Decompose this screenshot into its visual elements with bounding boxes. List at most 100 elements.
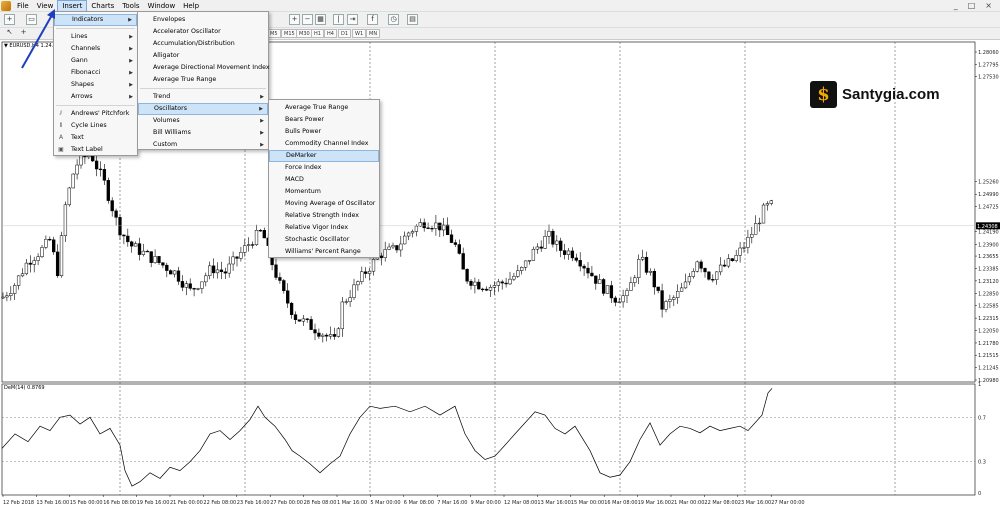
indicators-item-oscillators[interactable]: Oscillators ▶ — [138, 103, 268, 115]
candle-body — [734, 255, 738, 261]
menu-file[interactable]: File — [13, 0, 33, 12]
insert-item-arrows[interactable]: Arrows ▶ — [54, 91, 137, 103]
indicators-item-average-directional-movement-index[interactable]: Average Directional Movement Index — [138, 62, 270, 74]
indicators-item-accumulation-distribution[interactable]: Accumulation/Distribution — [138, 38, 268, 50]
menu-item-label: Force Index — [285, 164, 322, 171]
indicators-item-alligator[interactable]: Alligator — [138, 50, 268, 62]
candle-body — [165, 264, 169, 271]
candle-body — [286, 290, 290, 304]
candle-body — [570, 250, 575, 259]
price-tick-label: 1.25260 — [978, 180, 999, 186]
candle-body — [543, 235, 547, 249]
osc-item-demarker[interactable]: DeMarker — [269, 150, 379, 162]
restore-button[interactable]: □ — [968, 1, 976, 10]
menu-charts[interactable]: Charts — [87, 0, 118, 12]
candle-body — [282, 280, 286, 292]
menu-separator — [140, 88, 266, 89]
tf-m5[interactable]: M5 — [267, 29, 281, 38]
menu-view[interactable]: View — [33, 0, 58, 12]
menu-tools[interactable]: Tools — [118, 0, 143, 12]
candle-body — [36, 256, 40, 261]
indicators-item-custom[interactable]: Custom ▶ — [138, 139, 268, 151]
menu-insert[interactable]: Insert — [57, 0, 88, 12]
close-button[interactable]: × — [985, 1, 992, 10]
zoom-in-icon[interactable]: + — [289, 14, 300, 25]
tf-h4[interactable]: H4 — [324, 29, 337, 38]
candle-body — [473, 281, 477, 286]
osc-item-moving-average-of-oscillator[interactable]: Moving Average of Oscillator — [269, 198, 379, 210]
menu-help[interactable]: Help — [179, 0, 203, 12]
candle-body — [172, 270, 177, 275]
crosshair-icon[interactable]: + — [18, 28, 29, 38]
candle-body — [508, 278, 512, 285]
osc-item-williams-percent-range[interactable]: Williams' Percent Range — [269, 246, 379, 258]
indicators-item-average-true-range[interactable]: Average True Range — [138, 74, 268, 86]
osc-item-stochastic-oscillator[interactable]: Stochastic Oscillator — [269, 234, 379, 246]
autoscroll-icon[interactable]: ⇥ — [347, 14, 358, 25]
tf-h1[interactable]: H1 — [311, 29, 324, 38]
indicators-item-envelopes[interactable]: Envelopes — [138, 14, 268, 26]
templates-icon[interactable]: ▤ — [407, 14, 418, 25]
chart-shift-icon[interactable]: | — [333, 14, 344, 25]
candle-body — [625, 290, 629, 296]
time-tick-label: 22 Feb 08:00 — [203, 500, 236, 506]
zoom-out-icon[interactable]: − — [302, 14, 313, 25]
periods-icon[interactable]: ◷ — [388, 14, 399, 25]
profiles-icon[interactable]: ▭ — [26, 14, 37, 25]
osc-item-relative-vigor-index[interactable]: Relative Vigor Index — [269, 222, 379, 234]
candle-body — [422, 222, 426, 229]
candle-body — [559, 240, 563, 251]
candle-body — [145, 250, 149, 253]
indicators-list-icon[interactable]: f — [367, 14, 378, 25]
tile-windows-icon[interactable]: ▦ — [315, 14, 326, 25]
candle-body — [356, 281, 360, 286]
osc-item-momentum[interactable]: Momentum — [269, 186, 379, 198]
cursor-icon[interactable]: ↖ — [4, 28, 15, 38]
indicators-item-volumes[interactable]: Volumes ▶ — [138, 115, 268, 127]
osc-item-force-index[interactable]: Force Index — [269, 162, 379, 174]
candle-body — [254, 229, 259, 245]
menu-item-label: Average True Range — [153, 76, 217, 83]
insert-item-text[interactable]: Text A — [54, 132, 137, 144]
tf-mn[interactable]: MN — [366, 29, 381, 38]
indicators-item-accelerator-oscillator[interactable]: Accelerator Oscillator — [138, 26, 268, 38]
submenu-arrow-icon: ▶ — [260, 94, 264, 100]
insert-item-shapes[interactable]: Shapes ▶ — [54, 79, 137, 91]
insert-item-text-label[interactable]: Text Label ▣ — [54, 144, 137, 156]
insert-item-fibonacci[interactable]: Fibonacci ▶ — [54, 67, 137, 79]
insert-item-gann[interactable]: Gann ▶ — [54, 55, 137, 67]
menu-item-label: Williams' Percent Range — [285, 248, 361, 255]
osc-item-average-true-range[interactable]: Average True Range — [269, 102, 379, 114]
menu-item-label: Relative Strength Index — [285, 212, 359, 219]
insert-item-andrews-pitchfork[interactable]: Andrews' Pitchfork ⫽ — [54, 108, 137, 120]
candle-body — [601, 279, 606, 294]
window-controls: _ □ × — [954, 1, 1000, 10]
candle-body — [223, 271, 227, 274]
indicators-item-trend[interactable]: Trend ▶ — [138, 91, 268, 103]
submenu-arrow-icon: ▶ — [259, 106, 263, 112]
tf-d1[interactable]: D1 — [338, 29, 352, 38]
minimize-button[interactable]: _ — [954, 1, 958, 10]
osc-item-commodity-channel-index[interactable]: Commodity Channel Index — [269, 138, 379, 150]
candle-body — [406, 232, 411, 237]
insert-item-channels[interactable]: Channels ▶ — [54, 43, 137, 55]
osc-item-bears-power[interactable]: Bears Power — [269, 114, 379, 126]
insert-item-cycle-lines[interactable]: Cycle Lines ⦀ — [54, 120, 137, 132]
menu-window[interactable]: Window — [144, 0, 180, 12]
osc-item-bulls-power[interactable]: Bulls Power — [269, 126, 379, 138]
indicators-item-bill-williams[interactable]: Bill Williams ▶ — [138, 127, 268, 139]
menu-item-label: Average True Range — [285, 104, 349, 111]
insert-item-indicators[interactable]: Indicators ▶ — [54, 14, 137, 26]
time-tick-label: 16 Feb 08:00 — [103, 500, 136, 506]
menu-item-label: Bill Williams — [153, 129, 191, 136]
tf-w1[interactable]: W1 — [352, 29, 367, 38]
osc-item-relative-strength-index[interactable]: Relative Strength Index — [269, 210, 379, 222]
candle-body — [722, 264, 727, 267]
new-chart-icon[interactable]: + — [4, 14, 15, 25]
candle-body — [418, 222, 422, 227]
candle-body — [114, 210, 118, 218]
insert-item-lines[interactable]: Lines ▶ — [54, 31, 137, 43]
candle-body — [157, 256, 161, 263]
osc-item-macd[interactable]: MACD — [269, 174, 379, 186]
price-tick-label: 1.21515 — [978, 353, 999, 359]
